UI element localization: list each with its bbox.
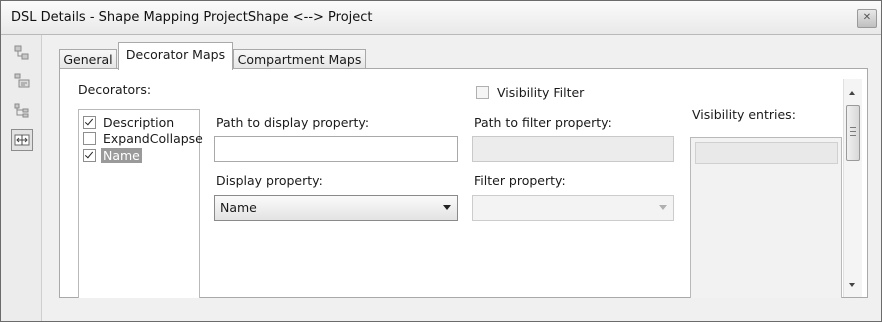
left-toolbar (1, 35, 42, 321)
name-checkbox[interactable] (83, 149, 96, 162)
title-bar: DSL Details - Shape Mapping ProjectShape… (1, 1, 881, 35)
decorator-maps-panel: Decorators: Description ExpandCollapse N… (59, 68, 868, 298)
list-item[interactable]: Description (83, 114, 176, 131)
path-filter-label: Path to filter property: (474, 115, 612, 130)
path-filter-input[interactable] (472, 136, 674, 162)
chevron-down-icon (659, 205, 667, 210)
visibility-filter-checkbox[interactable] (476, 86, 489, 99)
decorator-label: ExpandCollapse (103, 131, 203, 146)
grip-line (850, 131, 856, 132)
scrollbar-thumb[interactable] (846, 105, 860, 161)
tab-decorator-maps[interactable]: Decorator Maps (118, 42, 233, 70)
visibility-entries-label: Visibility entries: (692, 107, 796, 122)
path-display-label: Path to display property: (216, 115, 370, 130)
tab-general[interactable]: General (59, 49, 117, 70)
display-property-dropdown[interactable]: Name (214, 195, 458, 221)
hierarchy-icon[interactable] (14, 103, 30, 119)
visibility-entries-list[interactable] (690, 137, 842, 298)
scroll-up-icon[interactable] (849, 91, 855, 95)
path-display-input[interactable] (214, 136, 458, 162)
scroll-down-icon[interactable] (849, 283, 855, 287)
visibility-filter-label: Visibility Filter (497, 85, 585, 100)
expandcollapse-checkbox[interactable] (83, 132, 96, 145)
decorators-list[interactable]: Description ExpandCollapse Name (78, 109, 203, 298)
visibility-filter-toggle[interactable]: Visibility Filter (476, 85, 584, 100)
description-checkbox[interactable] (83, 116, 96, 129)
list-item[interactable]: ExpandCollapse (83, 130, 205, 147)
tab-compartment-maps[interactable]: Compartment Maps (233, 49, 366, 70)
visibility-entry-row[interactable] (695, 142, 838, 164)
properties-icon[interactable] (14, 73, 30, 89)
display-property-label: Display property: (216, 173, 323, 188)
filter-property-label: Filter property: (474, 173, 566, 188)
dsl-details-window: DSL Details - Shape Mapping ProjectShape… (0, 0, 882, 322)
grip-line (850, 127, 856, 128)
tree-view-icon[interactable] (14, 45, 30, 61)
decorator-label: Name (101, 148, 142, 163)
decorator-label: Description (103, 115, 175, 130)
display-property-value: Name (220, 200, 257, 215)
chevron-down-icon (443, 205, 451, 210)
decorators-label: Decorators: (78, 82, 152, 97)
decorator-maps-icon[interactable] (11, 129, 33, 151)
close-icon[interactable]: ✕ (863, 12, 871, 23)
close-button[interactable]: ✕ (857, 9, 877, 28)
filter-property-dropdown[interactable] (472, 195, 674, 221)
window-title: DSL Details - Shape Mapping ProjectShape… (11, 10, 373, 25)
vertical-scrollbar[interactable] (843, 79, 862, 297)
list-item[interactable]: Name (83, 147, 142, 164)
grip-line (850, 135, 856, 136)
